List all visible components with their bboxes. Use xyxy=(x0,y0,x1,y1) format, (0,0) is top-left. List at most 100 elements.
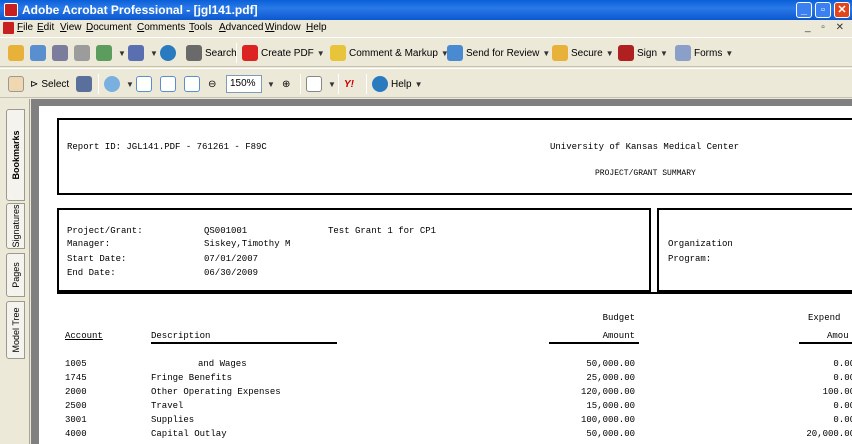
secure-label: Secure xyxy=(571,47,603,59)
document-view[interactable]: Report ID: JGL141.PDF - 761261 - F89C Un… xyxy=(31,99,852,444)
help-button[interactable]: Help ▼ xyxy=(372,75,423,93)
help-icon xyxy=(372,76,388,92)
binoculars-icon xyxy=(186,45,202,61)
expend-cell: 0.00 xyxy=(833,359,852,369)
zoom-in-button[interactable]: ⊕ xyxy=(282,75,290,93)
save-icon xyxy=(52,45,68,61)
budget-amount-header: Amount xyxy=(602,331,635,341)
report-id: Report ID: JGL141.PDF - 761261 - F89C xyxy=(67,142,267,152)
yahoo-icon: Y! xyxy=(344,78,354,90)
project-label: Project/Grant: xyxy=(67,226,143,236)
sign-button[interactable]: Sign ▼ xyxy=(618,44,668,62)
menu-help[interactable]: Help xyxy=(306,22,327,33)
minimize-button[interactable]: _ xyxy=(796,2,812,18)
forms-button[interactable]: Forms ▼ xyxy=(675,44,733,62)
account-cell: 2000 xyxy=(65,387,87,397)
budget-cell: 15,000.00 xyxy=(586,401,635,411)
hand-tool-button[interactable] xyxy=(8,75,27,93)
navigation-toolbar: ⊳ Select ▼ ⊖ 150% ▼ ⊕ ▼ Y! Help ▼ xyxy=(0,68,852,98)
expend-amount-header: Amou xyxy=(827,331,849,341)
menu-bar: File Edit View Document Comments Tools A… xyxy=(0,20,852,36)
send-for-review-button[interactable]: Send for Review ▼ xyxy=(447,44,550,62)
account-cell: 3001 xyxy=(65,415,87,425)
zoom-out-icon: ⊖ xyxy=(208,78,217,90)
open-button[interactable] xyxy=(8,44,27,62)
menu-file[interactable]: File xyxy=(17,22,33,33)
budget-header: Budget xyxy=(602,313,635,323)
send-review-label: Send for Review xyxy=(466,47,540,59)
forms-icon xyxy=(675,45,691,61)
chevron-down-icon: ▼ xyxy=(414,79,423,89)
lock-icon xyxy=(552,45,568,61)
acrobat-app-icon[interactable] xyxy=(4,3,18,17)
chevron-down-icon: ▼ xyxy=(126,79,134,89)
menu-advanced[interactable]: Advanced xyxy=(219,22,263,33)
menu-tools[interactable]: Tools xyxy=(189,22,212,33)
print-button[interactable] xyxy=(74,44,93,62)
tab-pages[interactable]: Pages xyxy=(6,253,25,297)
search-button[interactable]: Search xyxy=(186,44,237,62)
fit-page-button[interactable] xyxy=(160,75,179,93)
globe-button[interactable] xyxy=(160,44,179,62)
save-button[interactable] xyxy=(52,44,71,62)
menu-edit[interactable]: Edit xyxy=(37,22,54,33)
file-toolbar: ▼ ▼ Search Create PDF ▼ Comment & Markup ▼… xyxy=(0,37,852,67)
chevron-down-icon: ▼ xyxy=(316,48,325,58)
institution-name: University of Kansas Medical Center xyxy=(550,142,740,152)
end-date-label: End Date: xyxy=(67,268,116,278)
budget-underline xyxy=(549,342,639,344)
document-icon[interactable] xyxy=(3,22,14,34)
chevron-down-icon: ▼ xyxy=(328,79,336,89)
menu-window[interactable]: Window xyxy=(265,22,301,33)
budget-cell: 50,000.00 xyxy=(586,359,635,369)
chevron-down-icon: ▼ xyxy=(118,48,126,58)
organizer-button[interactable] xyxy=(30,44,49,62)
snapshot-button[interactable] xyxy=(76,75,95,93)
start-date-value: 07/01/2007 xyxy=(204,254,259,264)
email-button[interactable]: ▼ xyxy=(96,44,126,62)
window-title: Adobe Acrobat Professional - [jgl141.pdf… xyxy=(22,3,258,17)
tab-signatures[interactable]: Signatures xyxy=(6,203,25,249)
zoom-level-field[interactable]: 150% xyxy=(226,75,262,93)
project-name: Test Grant 1 for CP1 xyxy=(328,226,437,236)
description-cell: Other Operating Expenses xyxy=(151,387,281,397)
expend-header: Expend xyxy=(808,313,841,323)
rotate-button[interactable]: ▼ xyxy=(306,75,336,93)
organization-label: Organization xyxy=(668,239,733,249)
document-window-controls[interactable]: _ ▫ ✕ xyxy=(805,22,848,33)
description-cell: and Wages xyxy=(198,359,247,369)
budget-cell: 100,000.00 xyxy=(580,415,635,425)
actual-size-icon xyxy=(136,76,152,92)
description-cell: Capital Outlay xyxy=(151,429,227,439)
menu-document[interactable]: Document xyxy=(86,22,132,33)
close-button[interactable]: ✕ xyxy=(834,2,850,18)
tab-model-tree[interactable]: Model Tree xyxy=(6,301,25,359)
zoom-tool-button[interactable]: ▼ xyxy=(104,75,134,93)
menu-view[interactable]: View xyxy=(60,22,82,33)
yahoo-toolbar-button[interactable]: Y! xyxy=(344,75,354,93)
description-cell: Supplies xyxy=(151,415,195,425)
zoom-out-button[interactable]: ⊖ xyxy=(208,75,216,93)
help-label: Help xyxy=(391,78,412,90)
select-tool-button[interactable]: ⊳ Select xyxy=(30,75,69,93)
tab-bookmarks[interactable]: Bookmarks xyxy=(6,109,25,201)
zoom-dropdown-button[interactable]: ▼ xyxy=(264,75,275,93)
comment-markup-label: Comment & Markup xyxy=(349,47,438,59)
tab-model-tree-label: Model Tree xyxy=(10,307,21,353)
account-cell: 1005 xyxy=(65,359,87,369)
maximize-button[interactable]: ▫ xyxy=(815,2,831,18)
secure-button[interactable]: Secure ▼ xyxy=(552,44,614,62)
create-pdf-icon xyxy=(242,45,258,61)
description-cell: Travel xyxy=(151,401,184,411)
expend-underline xyxy=(799,342,852,344)
end-date-value: 06/30/2009 xyxy=(204,268,259,278)
camera-icon xyxy=(76,76,92,92)
actual-size-button[interactable] xyxy=(136,75,155,93)
attach-button[interactable]: ▼ xyxy=(128,44,158,62)
create-pdf-button[interactable]: Create PDF ▼ xyxy=(242,44,325,62)
fit-width-button[interactable] xyxy=(184,75,203,93)
menu-comments[interactable]: Comments xyxy=(137,22,185,33)
account-cell: 2500 xyxy=(65,401,87,411)
forms-label: Forms xyxy=(694,47,723,59)
comment-markup-button[interactable]: Comment & Markup ▼ xyxy=(330,44,449,62)
